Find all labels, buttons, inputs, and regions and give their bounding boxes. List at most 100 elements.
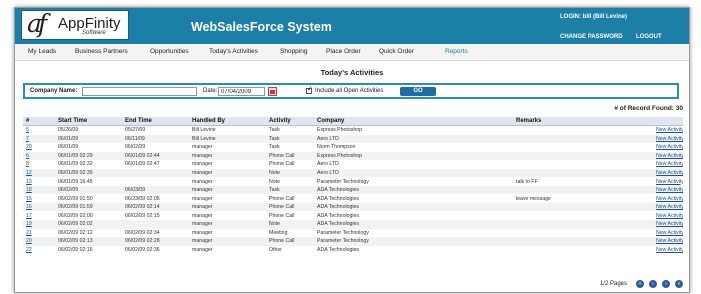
prev-page-icon[interactable]: ‹: [649, 280, 657, 288]
change-password-link[interactable]: CHANGE PASSWORD: [560, 34, 623, 40]
new-activity-link[interactable]: New Activity: [656, 204, 683, 210]
handled-by-cell: manager: [192, 161, 213, 168]
row-number-link[interactable]: 6: [26, 153, 29, 159]
nav-todays-activities[interactable]: Today's Activities: [209, 48, 258, 55]
action-cell: New Activity: [653, 160, 683, 169]
end-time-cell: 06/02/09 02:28: [122, 237, 189, 246]
activity-cell: Other: [269, 246, 282, 253]
action-cell: New Activity: [653, 134, 683, 144]
nav-place-order[interactable]: Place Order: [326, 48, 361, 55]
new-activity-link[interactable]: New Activity: [656, 161, 683, 167]
remarks-cell: [513, 151, 653, 161]
activity-cell: Phone Call: [266, 237, 314, 246]
table-row: 22 06/02/09 02:16 06/02/09 02:36 manager Oth…: [23, 246, 683, 255]
new-activity-link[interactable]: New Activity: [656, 127, 683, 133]
row-number-cell: 21: [23, 229, 55, 238]
col-header-end-time[interactable]: End Time: [122, 117, 189, 126]
new-activity-link[interactable]: New Activity: [656, 196, 683, 202]
nav-business-partners[interactable]: Business Partners: [75, 48, 128, 55]
table-row: 7 06/01/09 06/11/09 Bill Levine Task Aero LTD…: [23, 134, 683, 144]
col-header-company[interactable]: Company: [314, 117, 513, 126]
last-page-icon[interactable]: »: [675, 280, 683, 288]
col-header-number[interactable]: #: [23, 117, 55, 126]
activities-table: # Start Time End Time Handled By Activit…: [23, 117, 683, 254]
include-open-label: Include all Open Activities: [315, 88, 384, 94]
nav-shopping[interactable]: Shopping: [280, 48, 307, 55]
nav-reports[interactable]: Reports: [445, 48, 468, 55]
go-button[interactable]: GO: [400, 87, 436, 96]
row-number-link[interactable]: 18: [26, 187, 32, 193]
row-number-cell: 17: [23, 211, 55, 220]
table-row: 5 05/26/09 05/27/09 Bill Levine Task Express …: [23, 126, 683, 135]
new-activity-link[interactable]: New Activity: [656, 247, 683, 253]
logout-link[interactable]: LOGOUT: [636, 34, 662, 40]
row-number-cell: 6: [23, 151, 55, 161]
company-cell: Express Photoshop: [317, 127, 362, 134]
new-activity-link[interactable]: New Activity: [656, 153, 683, 159]
col-header-remarks[interactable]: Remarks: [513, 117, 653, 126]
start-time-cell: 05/26/09: [58, 127, 79, 134]
end-time-cell: 06/02/09 02:14: [122, 202, 189, 212]
row-number-link[interactable]: 7: [26, 136, 29, 142]
calendar-icon[interactable]: [268, 87, 277, 96]
row-number-link[interactable]: 16: [26, 204, 32, 210]
handled-by-cell: manager: [192, 212, 213, 219]
activity-cell: Task: [269, 144, 280, 151]
row-number-link[interactable]: 22: [26, 247, 32, 253]
first-page-icon[interactable]: «: [636, 280, 644, 288]
row-number-link[interactable]: 5: [26, 127, 29, 133]
row-number-link[interactable]: 13: [26, 179, 32, 185]
action-cell: New Activity: [653, 143, 683, 152]
company-cell: Norm Thompson: [317, 144, 356, 151]
row-number-link[interactable]: 20: [26, 238, 32, 244]
nav-my-leads[interactable]: My Leads: [28, 48, 56, 55]
date-input[interactable]: [218, 87, 265, 96]
table-row: 6 06/01/09 02:29 06/01/09 02:44 manager Phon…: [23, 151, 683, 161]
row-number-cell: 7: [23, 134, 55, 144]
new-activity-link[interactable]: New Activity: [656, 187, 683, 193]
app-window: af AppFinity Software WebSalesForce Syst…: [14, 7, 690, 293]
new-activity-link[interactable]: New Activity: [656, 179, 683, 185]
end-time-cell: 06/11/09: [122, 134, 189, 144]
remarks-cell: [513, 202, 653, 212]
col-header-activity[interactable]: Activity: [266, 117, 314, 126]
row-number-link[interactable]: 15: [26, 196, 32, 202]
row-number-link[interactable]: 12: [26, 170, 32, 176]
remarks-cell: talk to FF: [516, 178, 538, 185]
activity-cell: Task: [269, 127, 280, 134]
new-activity-link[interactable]: New Activity: [656, 221, 683, 227]
end-time-cell: 06/23/09 02:05: [125, 195, 160, 202]
col-header-start-time[interactable]: Start Time: [55, 117, 122, 126]
row-number-cell: 15: [23, 194, 55, 203]
action-cell: New Activity: [653, 194, 683, 203]
row-number-link[interactable]: 8: [26, 161, 29, 167]
row-number-cell: 20: [23, 143, 55, 152]
page-title: Today's Activities: [320, 68, 384, 77]
company-name-label: Company Name:: [30, 88, 78, 94]
nav-opportunities[interactable]: Opportunities: [150, 48, 189, 55]
row-number-link[interactable]: 21: [26, 230, 32, 236]
end-time-cell: 06/02/09 02:36: [125, 246, 160, 253]
next-page-icon[interactable]: ›: [662, 280, 670, 288]
include-open-checkbox[interactable]: ✓: [306, 86, 313, 94]
remarks-cell: leave message: [516, 195, 551, 202]
handled-by-cell: manager: [189, 151, 266, 161]
row-number-link[interactable]: 20: [26, 144, 32, 150]
activity-cell: Task: [266, 134, 314, 144]
row-number-cell: 16: [23, 202, 55, 212]
nav-quick-order[interactable]: Quick Order: [379, 48, 414, 55]
new-activity-link[interactable]: New Activity: [656, 144, 683, 150]
row-number-link[interactable]: 17: [26, 213, 32, 219]
new-activity-link[interactable]: New Activity: [656, 136, 683, 142]
new-activity-link[interactable]: New Activity: [656, 213, 683, 219]
company-name-input[interactable]: [82, 87, 197, 96]
end-time-cell: 05/27/09: [125, 127, 146, 134]
end-time-cell: 06/01/09 02:44: [122, 151, 189, 161]
new-activity-link[interactable]: New Activity: [656, 230, 683, 236]
new-activity-link[interactable]: New Activity: [656, 170, 683, 176]
table-row: 16 06/02/09 01:59 06/02/09 02:14 manager Pho…: [23, 202, 683, 212]
company-cell: ADA Technologies: [317, 195, 360, 202]
row-number-link[interactable]: 19: [26, 221, 32, 227]
col-header-handled-by[interactable]: Handled By: [189, 117, 266, 126]
new-activity-link[interactable]: New Activity: [656, 238, 683, 244]
